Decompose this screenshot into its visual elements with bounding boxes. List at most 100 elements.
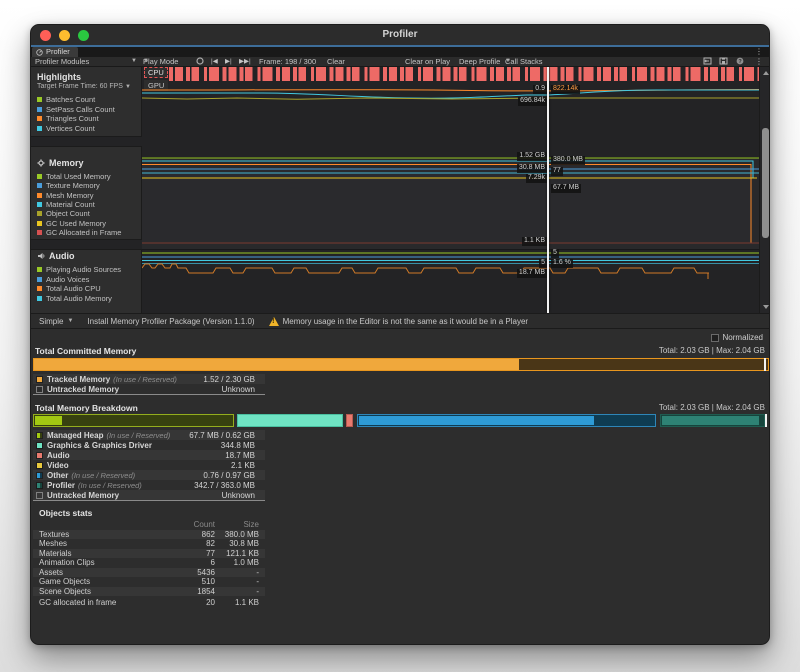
deep-profile-toggle[interactable]: Deep Profile — [459, 57, 500, 66]
segment-profiler[interactable] — [660, 414, 765, 427]
legend-row[interactable]: Untracked Memory Unknown — [33, 384, 265, 394]
segment-other[interactable] — [357, 414, 656, 427]
tab-menu-icon[interactable]: ⋮ — [755, 47, 763, 57]
counter-total-audio-memory[interactable]: Total Audio Memory — [37, 294, 112, 303]
series-swatch — [37, 296, 42, 301]
load-profile-icon[interactable] — [703, 57, 712, 65]
series-swatch — [37, 183, 42, 188]
modules-sidebar: Highlights Target Frame Time: 60 FPS ▼ B… — [31, 67, 142, 313]
legend-row[interactable]: Graphics & Graphics Driver 344.8 MB — [33, 440, 265, 450]
committed-memory-bar[interactable] — [33, 358, 769, 371]
series-swatch — [37, 116, 42, 121]
table-row[interactable]: Meshes8230.8 MB — [33, 539, 265, 549]
gc-allocated-row[interactable]: GC allocated in frame 20 1.1 KB — [33, 598, 265, 608]
counter-total-used-memory[interactable]: Total Used Memory — [37, 172, 111, 181]
max-marker — [764, 358, 766, 371]
segment-graphics[interactable] — [237, 414, 343, 427]
counter-batches[interactable]: Batches Count — [37, 95, 95, 104]
editor-memory-warning: Memory usage in the Editor is not the sa… — [283, 317, 528, 326]
target-frame-time-dropdown[interactable]: Target Frame Time: 60 FPS ▼ — [37, 83, 131, 90]
legend-swatch — [36, 482, 43, 489]
chart-scrollbar[interactable] — [759, 67, 770, 313]
legend-row[interactable]: Untracked Memory Unknown — [33, 490, 265, 500]
legend-swatch — [36, 492, 43, 499]
counter-object-count[interactable]: Object Count — [37, 209, 90, 218]
segment-audio[interactable] — [346, 414, 353, 427]
table-row[interactable]: Materials77121.1 KB — [33, 549, 265, 559]
normalized-option[interactable]: Normalized — [711, 333, 763, 342]
legend-row[interactable]: Video 2.1 KB — [33, 460, 265, 470]
chart-value-chip: 696.84k — [518, 97, 547, 106]
module-separator — [31, 239, 142, 250]
counter-audio-voices[interactable]: Audio Voices — [37, 275, 89, 284]
counter-vertices[interactable]: Vertices Count — [37, 124, 95, 133]
counter-gc-allocated[interactable]: GC Allocated in Frame — [37, 228, 121, 237]
counter-total-audio-cpu[interactable]: Total Audio CPU — [37, 284, 101, 293]
legend-swatch — [36, 452, 43, 459]
chart-value-chip: 1.6 % — [551, 259, 573, 268]
table-row[interactable]: Assets5436- — [33, 568, 265, 578]
current-frame-button[interactable]: ▶▶| — [239, 57, 251, 66]
section-title: Total Committed Memory — [35, 346, 136, 356]
clear-on-play-toggle[interactable]: Clear on Play — [405, 57, 450, 66]
legend-row[interactable]: Other(In use / Reserved) 0.76 / 0.97 GB — [33, 470, 265, 480]
legend-row[interactable]: Audio 18.7 MB — [33, 450, 265, 460]
chart-value-chip: 5 — [551, 249, 559, 258]
tab-label: Profiler — [46, 47, 70, 57]
counter-gc-used-memory[interactable]: GC Used Memory — [37, 219, 106, 228]
detail-view-dropdown[interactable]: Simple ▼ — [39, 317, 73, 326]
table-row[interactable]: Textures862380.0 MB — [33, 530, 265, 540]
module-header-memory[interactable]: Memory — [37, 158, 84, 168]
tab-profiler[interactable]: Profiler — [32, 47, 78, 57]
committed-memory-header: Total Committed Memory Total: 2.03 GB | … — [35, 345, 765, 356]
selected-frame-playhead[interactable] — [547, 67, 549, 313]
help-icon[interactable]: ? — [736, 57, 744, 65]
module-header-audio[interactable]: Audio — [37, 251, 75, 261]
chevron-down-icon: ▼ — [125, 84, 131, 90]
series-swatch — [37, 126, 42, 131]
counter-playing-audio-sources[interactable]: Playing Audio Sources — [37, 265, 121, 274]
legend-row[interactable]: Profiler(In use / Reserved) 342.7 / 363.… — [33, 480, 265, 490]
max-marker — [765, 414, 767, 427]
counter-mesh-memory[interactable]: Mesh Memory — [37, 191, 94, 200]
legend-row[interactable]: Managed Heap(In use / Reserved) 67.7 MB … — [33, 430, 265, 440]
toolbar-menu-icon[interactable]: ⋮ — [755, 57, 763, 66]
save-profile-icon[interactable] — [719, 57, 728, 65]
memory-breakdown-header: Total Memory Breakdown Total: 2.03 GB | … — [35, 402, 765, 413]
counter-setpass[interactable]: SetPass Calls Count — [37, 105, 115, 114]
prev-frame-button[interactable]: |◀ — [211, 57, 218, 66]
table-row[interactable]: Game Objects510- — [33, 577, 265, 587]
memory-breakdown-legend: Managed Heap(In use / Reserved) 67.7 MB … — [33, 430, 265, 501]
normalized-checkbox[interactable] — [711, 334, 719, 342]
clear-button[interactable]: Clear — [327, 57, 345, 66]
table-header-row: Count Size — [33, 520, 265, 530]
chevron-down-icon: ▼ — [67, 318, 73, 324]
record-button[interactable] — [196, 57, 204, 65]
series-swatch — [37, 211, 42, 216]
counter-texture-memory[interactable]: Texture Memory — [37, 181, 100, 190]
scroll-up-icon[interactable] — [763, 71, 769, 75]
legend-row[interactable]: Tracked Memory (In use / Reserved) 1.52 … — [33, 374, 265, 384]
scroll-down-icon[interactable] — [763, 305, 769, 309]
col-count: Count — [157, 520, 215, 529]
window-title: Profiler — [31, 25, 769, 45]
segment-managed-heap[interactable] — [33, 414, 234, 427]
chart-value-chip: 5 — [539, 259, 547, 268]
counter-triangles[interactable]: Triangles Count — [37, 114, 99, 123]
table-row[interactable]: Animation Clips61.0 MB — [33, 558, 265, 568]
module-header-highlights[interactable]: Highlights — [37, 72, 81, 82]
next-frame-button[interactable]: ▶| — [225, 57, 232, 66]
legend-swatch — [36, 472, 43, 479]
install-package-button[interactable]: Install Memory Profiler Package (Version… — [87, 317, 254, 326]
series-swatch — [37, 230, 42, 235]
series-swatch — [37, 221, 42, 226]
chart-value-chip: 18.7 MB — [517, 269, 547, 278]
series-swatch — [37, 193, 42, 198]
chart-canvas[interactable]: CPU GPU — [142, 67, 770, 313]
scrollbar-thumb[interactable] — [762, 128, 769, 238]
memory-breakdown-bar[interactable] — [33, 414, 769, 427]
table-row[interactable]: Scene Objects1854- — [33, 587, 265, 597]
counter-material-count[interactable]: Material Count — [37, 200, 95, 209]
detail-toolbar: Simple ▼ Install Memory Profiler Package… — [31, 313, 769, 329]
memory-detail-pane: Normalized Total Committed Memory Total:… — [31, 330, 769, 644]
